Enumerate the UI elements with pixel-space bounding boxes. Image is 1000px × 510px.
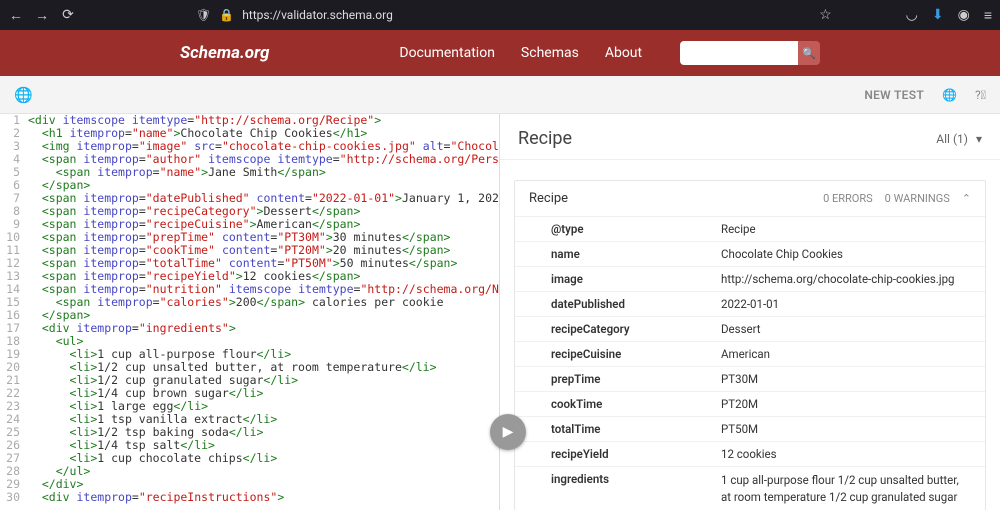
property-row[interactable]: recipeCategoryDessert	[515, 316, 985, 341]
property-key: image	[551, 272, 721, 286]
new-test-button[interactable]: NEW TEST	[864, 88, 924, 102]
result-card-title: Recipe	[529, 191, 568, 206]
warnings-count: 0 WARNINGS	[885, 192, 950, 205]
nav-schemas[interactable]: Schemas	[521, 45, 579, 61]
search-button[interactable]: 🔍	[798, 41, 820, 65]
property-key: recipeCategory	[551, 322, 721, 336]
code-pane[interactable]: 1<div itemscope itemtype="http://schema.…	[0, 114, 500, 510]
results-heading: Recipe	[518, 128, 572, 149]
property-row[interactable]: prepTimePT30M	[515, 366, 985, 391]
property-key: name	[551, 247, 721, 261]
property-key: prepTime	[551, 372, 721, 386]
download-icon[interactable]: ⬇	[932, 7, 944, 23]
result-card: Recipe 0 ERRORS 0 WARNINGS ⌃ @typeRecipe…	[514, 180, 986, 510]
main-split: 1<div itemscope itemtype="http://schema.…	[0, 114, 1000, 510]
errors-count: 0 ERRORS	[823, 192, 873, 205]
lock-icon: 🔒	[219, 8, 234, 22]
results-pane: Recipe All (1) ▾ Recipe 0 ERRORS 0 WARNI…	[500, 114, 1000, 510]
browser-chrome: ← → ⟳ 🛡 🔒 https://validator.schema.org ☆…	[0, 0, 1000, 30]
nav-about[interactable]: About	[605, 45, 642, 61]
globe-icon[interactable]: 🌐	[14, 86, 33, 104]
property-value: http://schema.org/chocolate-chip-cookies…	[721, 272, 971, 286]
property-key: ingredients	[551, 472, 721, 510]
main-nav: Documentation Schemas About	[399, 45, 642, 61]
profile-icon[interactable]: ◉	[958, 7, 970, 23]
code-line[interactable]: 30 <div itemprop="recipeInstructions">	[0, 491, 499, 504]
property-key: recipeCuisine	[551, 347, 721, 361]
property-value: Dessert	[721, 322, 971, 336]
nav-documentation[interactable]: Documentation	[399, 45, 495, 61]
forward-button[interactable]: →	[34, 7, 50, 24]
shield-icon: 🛡	[196, 8, 211, 22]
property-key: totalTime	[551, 422, 721, 436]
chevron-down-icon: ▾	[976, 132, 982, 146]
property-row[interactable]: recipeCuisineAmerican	[515, 341, 985, 366]
property-row[interactable]: totalTimePT50M	[515, 416, 985, 441]
validator-toolbar: 🌐 NEW TEST 🌐 ?⃝	[0, 76, 1000, 114]
property-key: @type	[551, 222, 721, 236]
site-header: Schema.org Documentation Schemas About 🔍	[0, 30, 1000, 76]
property-value: PT50M	[721, 422, 971, 436]
line-number: 30	[0, 491, 28, 504]
help-icon[interactable]: ?⃝	[975, 88, 986, 102]
property-row[interactable]: imagehttp://schema.org/chocolate-chip-co…	[515, 266, 985, 291]
run-button[interactable]: ▶	[490, 414, 526, 450]
logo[interactable]: Schema.org	[180, 43, 269, 63]
search-wrap: 🔍	[680, 41, 820, 65]
bookmark-icon[interactable]: ☆	[819, 7, 832, 23]
results-header: Recipe All (1) ▾	[500, 114, 1000, 160]
property-row[interactable]: datePublished2022-01-01	[515, 291, 985, 316]
property-value: PT20M	[721, 397, 971, 411]
back-button[interactable]: ←	[8, 7, 24, 24]
address-bar[interactable]: 🛡 🔒 https://validator.schema.org	[196, 8, 393, 22]
property-row[interactable]: cookTimePT20M	[515, 391, 985, 416]
property-value: American	[721, 347, 971, 361]
menu-icon[interactable]: ≡	[984, 7, 992, 24]
property-value: Recipe	[721, 222, 971, 236]
property-key: datePublished	[551, 297, 721, 311]
chevron-up-icon: ⌃	[962, 192, 971, 205]
url-text: https://validator.schema.org	[242, 8, 393, 22]
language-icon[interactable]: 🌐	[942, 88, 957, 102]
property-key: cookTime	[551, 397, 721, 411]
property-row[interactable]: recipeYield12 cookies	[515, 441, 985, 466]
property-value: Chocolate Chip Cookies	[721, 247, 971, 261]
property-value: PT30M	[721, 372, 971, 386]
results-filter[interactable]: All (1) ▾	[936, 132, 982, 146]
property-row[interactable]: ingredients1 cup all-purpose flour 1/2 c…	[515, 466, 985, 510]
property-value: 2022-01-01	[721, 297, 971, 311]
property-row[interactable]: @typeRecipe	[515, 216, 985, 241]
property-value: 1 cup all-purpose flour 1/2 cup unsalted…	[721, 472, 971, 510]
property-value: 12 cookies	[721, 447, 971, 461]
property-row[interactable]: nameChocolate Chip Cookies	[515, 241, 985, 266]
search-input[interactable]	[680, 41, 798, 65]
pocket-icon[interactable]: ◡	[906, 7, 918, 23]
result-card-header[interactable]: Recipe 0 ERRORS 0 WARNINGS ⌃	[515, 181, 985, 216]
property-key: recipeYield	[551, 447, 721, 461]
reload-button[interactable]: ⟳	[60, 7, 76, 23]
